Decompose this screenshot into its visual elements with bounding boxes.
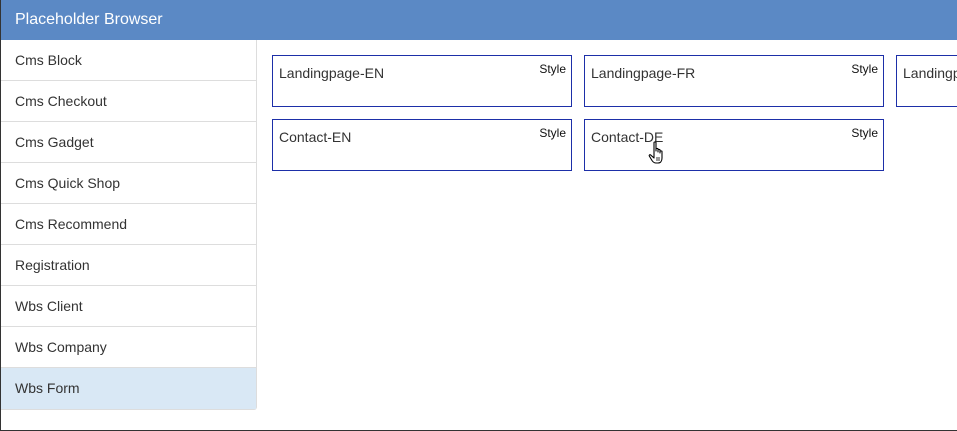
placeholder-name: Landingp: [903, 65, 957, 81]
placeholder-card-landingpage-partial[interactable]: Landingp: [896, 55, 957, 107]
placeholder-name: Contact-DE: [591, 129, 664, 145]
sidebar-item-wbs-company[interactable]: Wbs Company: [1, 327, 256, 368]
placeholder-grid: Landingpage-EN Style Landingpage-FR Styl…: [257, 40, 957, 430]
style-link[interactable]: Style: [539, 62, 566, 76]
placeholder-card-landingpage-fr[interactable]: Landingpage-FR Style: [584, 55, 884, 107]
style-link[interactable]: Style: [539, 126, 566, 140]
sidebar-item-cms-quick-shop[interactable]: Cms Quick Shop: [1, 163, 256, 204]
placeholder-browser-window: Placeholder Browser Cms Block Cms Checko…: [0, 0, 957, 431]
sidebar-item-cms-gadget[interactable]: Cms Gadget: [1, 122, 256, 163]
placeholder-card-landingpage-en[interactable]: Landingpage-EN Style: [272, 55, 572, 107]
sidebar-item-cms-recommend[interactable]: Cms Recommend: [1, 204, 256, 245]
placeholder-card-contact-en[interactable]: Contact-EN Style: [272, 119, 572, 171]
placeholder-name: Contact-EN: [279, 129, 352, 145]
style-link[interactable]: Style: [851, 126, 878, 140]
sidebar-item-wbs-form[interactable]: Wbs Form: [1, 368, 256, 409]
placeholder-name: Landingpage-EN: [279, 65, 385, 81]
placeholder-name: Landingpage-FR: [591, 65, 696, 81]
placeholder-card-contact-de[interactable]: Contact-DE Style: [584, 119, 884, 171]
sidebar-item-registration[interactable]: Registration: [1, 245, 256, 286]
style-link[interactable]: Style: [851, 62, 878, 76]
window-title: Placeholder Browser: [1, 0, 957, 40]
sidebar: Cms Block Cms Checkout Cms Gadget Cms Qu…: [1, 40, 257, 410]
sidebar-item-cms-checkout[interactable]: Cms Checkout: [1, 81, 256, 122]
sidebar-item-cms-block[interactable]: Cms Block: [1, 40, 256, 81]
sidebar-item-wbs-client[interactable]: Wbs Client: [1, 286, 256, 327]
